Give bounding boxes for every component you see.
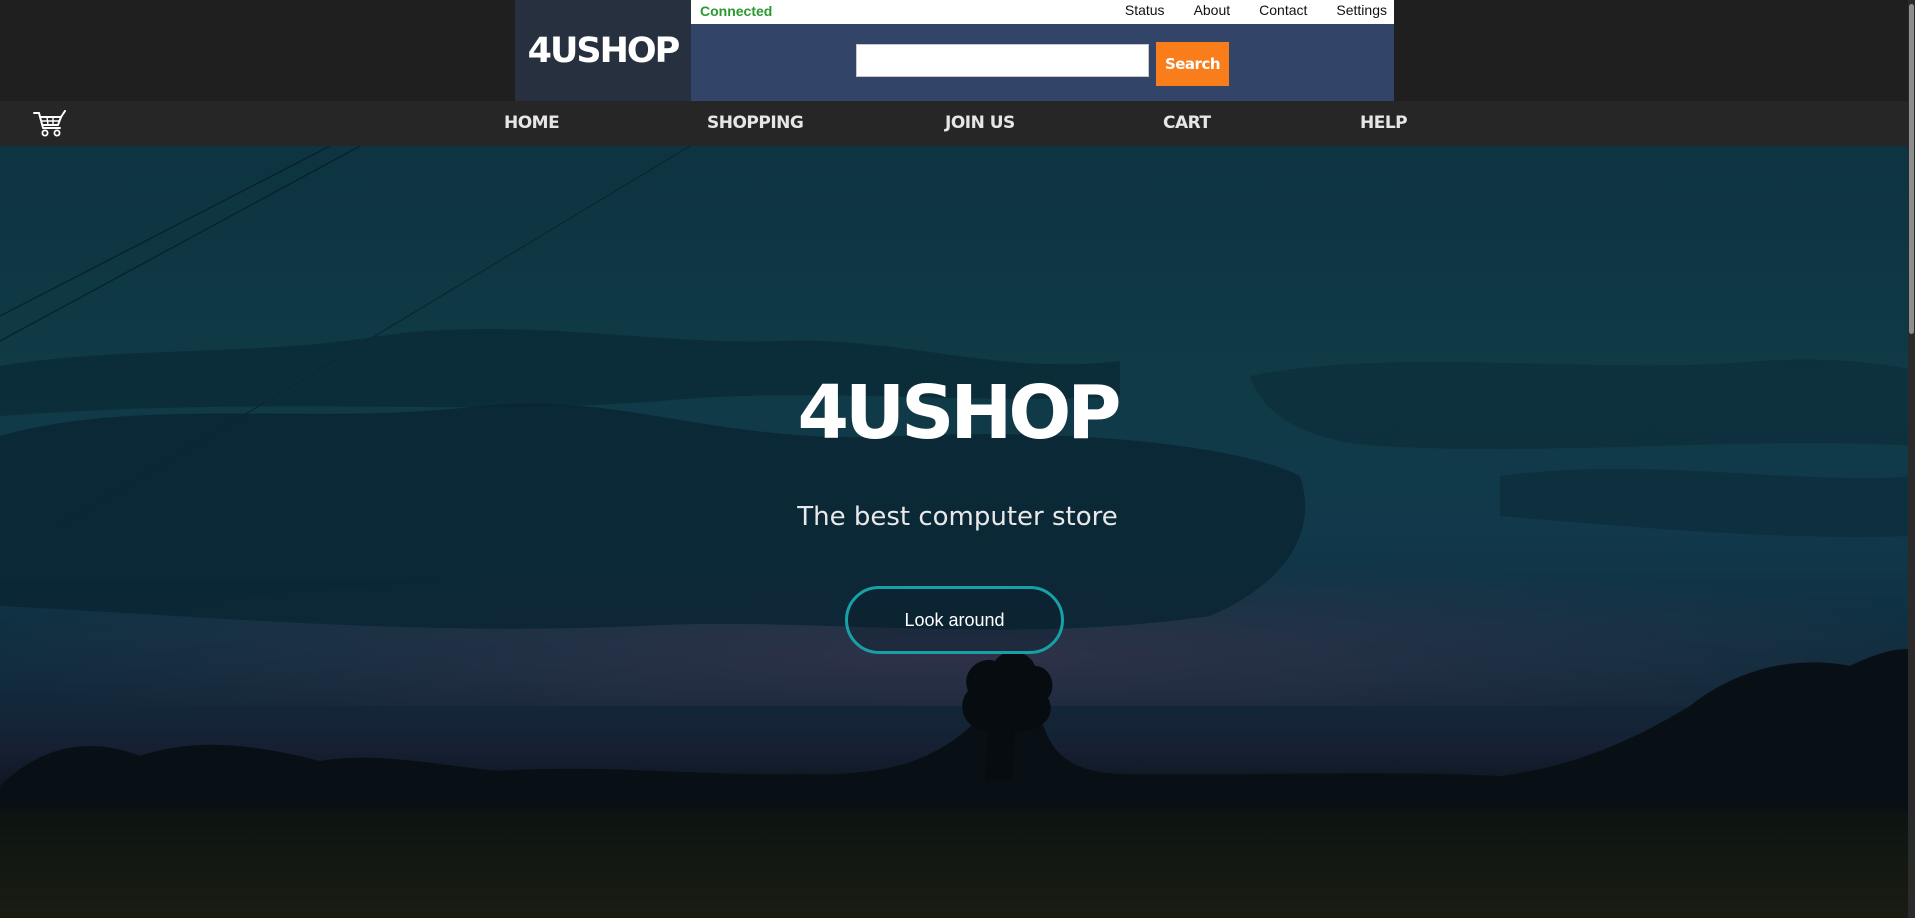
page-scrollbar[interactable]: [1908, 0, 1915, 918]
utility-links: Status About Contact Settings: [1118, 0, 1394, 24]
hero-background-image: [0, 146, 1915, 918]
shopping-cart-icon[interactable]: [33, 110, 67, 138]
main-nav: HOME SHOPPING JOIN US CART HELP: [0, 101, 1915, 146]
search-input[interactable]: [856, 44, 1149, 77]
util-link-about[interactable]: About: [1187, 0, 1238, 24]
nav-item-shopping[interactable]: SHOPPING: [707, 113, 804, 133]
top-header: 4USHOP Connected Status About Contact Se…: [0, 0, 1915, 101]
util-link-contact[interactable]: Contact: [1252, 0, 1314, 24]
search-area: Search: [691, 24, 1394, 101]
hero-banner: 4USHOP The best computer store Look arou…: [0, 146, 1915, 918]
search-button[interactable]: Search: [1156, 42, 1229, 86]
nav-item-join-us[interactable]: JOIN US: [945, 113, 1015, 133]
hero-title: 4USHOP: [797, 370, 1122, 456]
util-link-settings[interactable]: Settings: [1329, 0, 1394, 24]
hero-subtitle: The best computer store: [797, 502, 1118, 532]
nav-item-cart[interactable]: CART: [1163, 113, 1211, 133]
brand-logo[interactable]: 4USHOP: [528, 31, 681, 71]
nav-item-home[interactable]: HOME: [504, 113, 560, 133]
look-around-button[interactable]: Look around: [845, 586, 1064, 654]
scrollbar-thumb[interactable]: [1909, 4, 1914, 334]
connection-status: Connected: [700, 3, 773, 19]
utility-strip: Connected Status About Contact Settings: [691, 0, 1394, 24]
brand-logo-box[interactable]: 4USHOP: [515, 0, 691, 101]
nav-item-help[interactable]: HELP: [1360, 113, 1408, 133]
util-link-status[interactable]: Status: [1118, 0, 1172, 24]
